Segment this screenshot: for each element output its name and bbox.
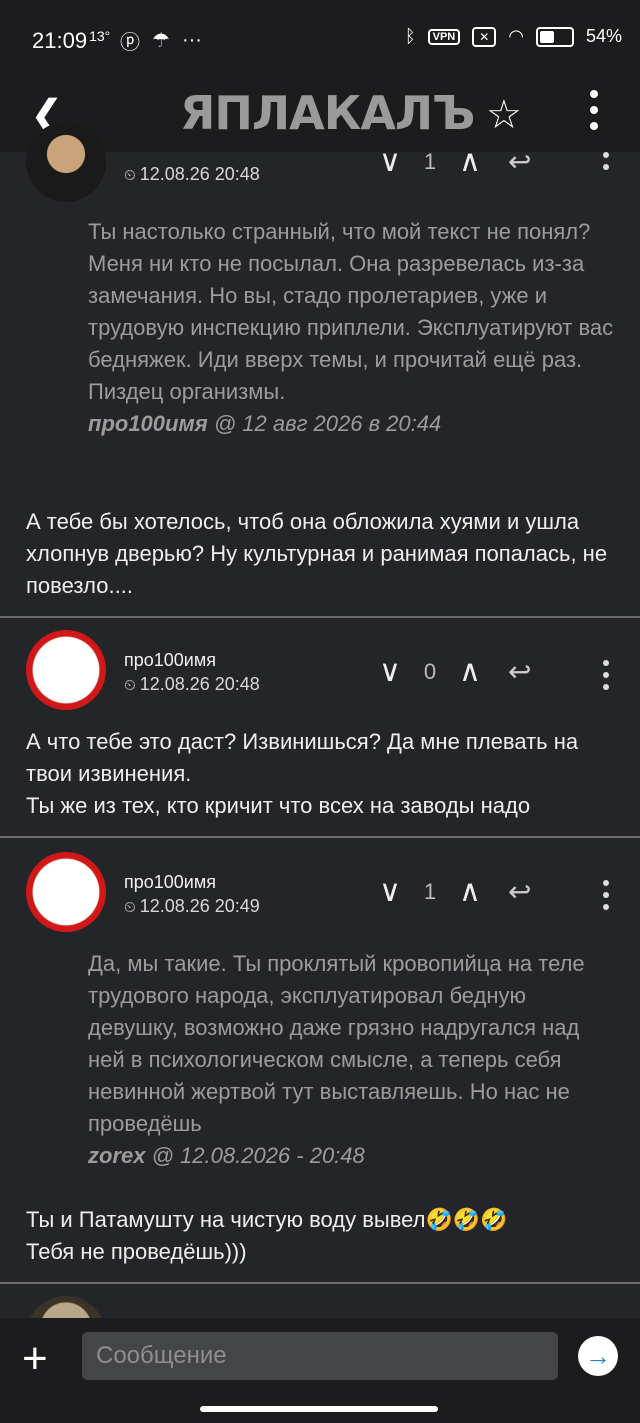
vote-controls: ∨ 0 ∧ ↩ [372,654,531,689]
battery-icon [535,26,574,47]
battery-fill [539,30,554,43]
comment-text: А что тебе это даст? Извинишься? Да мне … [26,729,579,818]
favorite-star-icon[interactable]: ☆ [486,92,522,138]
comment-date: ⏲ 12.08.26 20:49 [124,896,260,916]
upvote-icon[interactable]: ∧ [452,874,488,909]
comment-username[interactable]: про100имя [124,872,216,893]
umbrella-icon: ☂ [152,30,170,52]
comment-divider [0,836,640,838]
avatar[interactable] [26,852,106,932]
comment-more-icon[interactable] [598,880,614,916]
vote-controls: ∨ 1 ∧ ↩ [372,144,531,179]
bluetooth-icon: ᛒ [404,26,416,46]
quote-meta: zorex @ 12.08.2026 - 20:48 [88,1143,365,1168]
quoted-text: Да, мы такие. Ты проклятый кровопийца на… [88,951,585,1168]
message-input[interactable]: Сообщение [82,1332,558,1380]
vote-count: 1 [423,878,437,904]
vote-count: 1 [423,148,437,174]
comment-text: Ты и Патамушту на чистую воду вывел🤣🤣🤣 Т… [26,1207,508,1264]
send-icon[interactable]: → [578,1336,618,1376]
avatar[interactable] [26,122,106,202]
upvote-icon[interactable]: ∧ [452,654,488,689]
wifi-icon: ◠ [508,26,524,46]
status-temperature: 13° [89,28,111,44]
downvote-icon[interactable]: ∨ [372,654,408,689]
comment-date: ⏲ 12.08.26 20:48 [124,674,260,694]
comment-more-icon[interactable] [598,660,614,696]
reply-icon[interactable]: ↩ [508,145,531,178]
comment-more-icon[interactable] [598,152,614,176]
sim-off-icon: ✕ [472,26,497,47]
avatar[interactable] [26,630,106,710]
system-icons: ᛒ VPN ✕ ◠ 54% [405,26,622,47]
quote-meta: про100имя @ 12 авг 2026 в 20:44 [88,411,442,436]
quoted-text: Ты настолько странный, что мой текст не … [88,219,614,436]
comment-username[interactable]: про100имя [124,650,216,671]
clock-icon: ⏲ [124,677,136,694]
notification-icons: ⓟ ☂ ··· [120,26,202,55]
comment-divider [0,616,640,618]
pinterest-icon: ⓟ [120,32,140,54]
comment-text: А тебе бы хотелось, чтоб она обложила ху… [26,509,608,598]
home-indicator[interactable] [200,1406,438,1412]
status-time: 21:09 13° [32,28,111,53]
reply-icon[interactable]: ↩ [508,655,531,688]
vote-controls: ∨ 1 ∧ ↩ [372,874,531,909]
overflow-menu-icon[interactable] [584,90,604,138]
site-logo: ЯПЛАКАЛЪ [180,86,475,140]
reply-icon[interactable]: ↩ [508,875,531,908]
add-attachment-icon[interactable]: + [22,1334,48,1384]
more-notifications-icon: ··· [181,29,202,51]
comment-date: ⏲ 12.08.26 20:48 [124,164,260,184]
message-bar: + Сообщение → [0,1318,640,1423]
upvote-icon[interactable]: ∧ [452,144,488,179]
clock-icon: ⏲ [124,167,136,184]
downvote-icon[interactable]: ∨ [372,144,408,179]
clock-icon: ⏲ [124,899,136,916]
comment-divider [0,1282,640,1284]
downvote-icon[interactable]: ∨ [372,874,408,909]
battery-percent: 54% [585,26,622,46]
vpn-icon: VPN [427,28,461,45]
vote-count: 0 [423,658,437,684]
status-bar: 21:09 13° ⓟ ☂ ··· ᛒ VPN ✕ ◠ 54% [0,0,640,80]
